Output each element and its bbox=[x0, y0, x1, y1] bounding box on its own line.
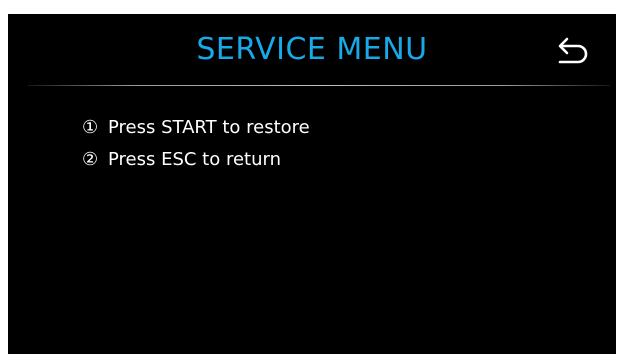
back-arrow-icon bbox=[558, 37, 588, 64]
step-number: ② bbox=[82, 149, 99, 170]
step-number: ① bbox=[82, 117, 99, 138]
instruction-step-1: ① Press START to restore bbox=[82, 114, 310, 146]
header-divider bbox=[28, 85, 610, 86]
instruction-step-2: ② Press ESC to return bbox=[82, 146, 310, 178]
service-menu-screen: SERVICE MENU ① Press START to restore ② Pr… bbox=[8, 14, 616, 354]
instruction-list: ① Press START to restore ② Press ESC to re… bbox=[82, 114, 310, 178]
step-text: Press ESC to return bbox=[108, 149, 282, 170]
back-button[interactable] bbox=[546, 30, 596, 72]
page-title: SERVICE MENU bbox=[196, 32, 428, 67]
step-text: Press START to restore bbox=[108, 117, 310, 138]
